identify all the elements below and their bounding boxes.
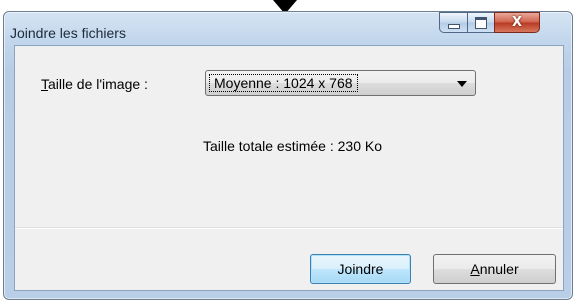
cancel-button[interactable]: Annuler xyxy=(433,254,556,284)
image-size-label-accel: T xyxy=(41,76,48,92)
dialog-window: Joindre les fichiers X Taille de l'image… xyxy=(3,11,573,300)
close-icon: X xyxy=(511,15,523,30)
image-size-label: Taille de l'image : xyxy=(41,76,148,92)
attach-button[interactable]: Joindre xyxy=(310,254,411,284)
cancel-button-text: nnuler xyxy=(479,261,519,277)
image-size-select-value: Moyenne : 1024 x 768 xyxy=(209,74,358,92)
estimated-total-size: Taille totale estimée : 230 Ko xyxy=(203,138,382,154)
minimize-icon xyxy=(447,24,460,29)
window-title: Joindre les fichiers xyxy=(10,25,126,41)
minimize-button[interactable] xyxy=(439,12,467,33)
image-size-label-text: aille de l'image : xyxy=(48,76,148,92)
chevron-down-icon[interactable] xyxy=(457,81,467,87)
divider xyxy=(15,227,563,229)
maximize-button[interactable] xyxy=(467,12,494,33)
close-button[interactable]: X xyxy=(494,12,540,33)
maximize-icon xyxy=(475,16,487,29)
dialog-body: Taille de l'image : Moyenne : 1024 x 768… xyxy=(14,45,564,291)
cancel-button-accel: A xyxy=(470,261,480,277)
image-size-select[interactable]: Moyenne : 1024 x 768 xyxy=(205,70,476,96)
